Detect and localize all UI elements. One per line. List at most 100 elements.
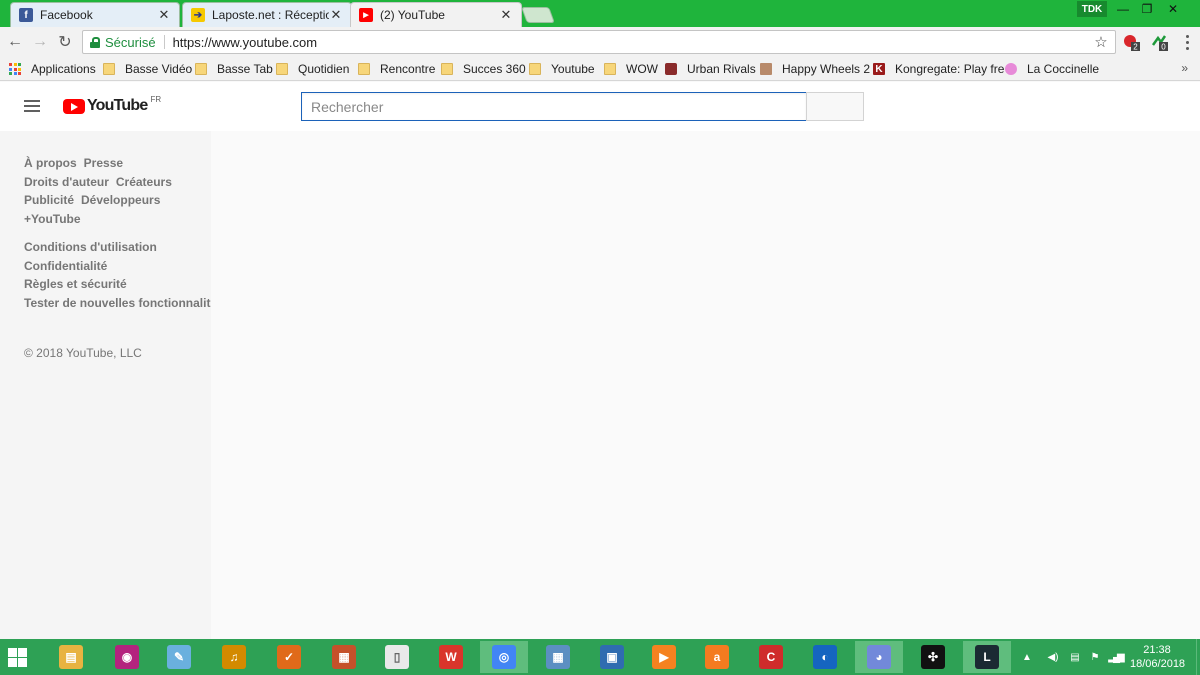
bookmark-star-icon[interactable]: ☆ xyxy=(1091,33,1111,51)
guide-links-row: +YouTube xyxy=(24,210,211,229)
bookmark-label: Applications xyxy=(31,62,96,76)
back-arrow-icon[interactable]: ← xyxy=(5,32,25,52)
action-center-flag-icon[interactable]: ⚑ xyxy=(1086,652,1104,663)
taskbar-ccleaner-app[interactable]: C xyxy=(747,641,795,673)
link-publicite[interactable]: Publicité xyxy=(24,191,74,210)
video-editor-app-icon: ▦ xyxy=(332,645,356,669)
bookmark-folder-succes-360[interactable]: Succes 360 xyxy=(441,61,526,77)
taskbar-discord-app[interactable]: ◕ xyxy=(855,641,903,673)
search-button[interactable] xyxy=(806,92,864,121)
show-desktop-button[interactable] xyxy=(1196,639,1200,675)
avast-app-icon: a xyxy=(705,645,729,669)
url-text[interactable]: https://www.youtube.com xyxy=(173,35,1091,50)
profile-button[interactable]: TDK xyxy=(1077,1,1107,17)
guide-sidebar: À propos Presse Droits d'auteur Créateur… xyxy=(0,131,224,639)
taskbar-overwolf-app[interactable]: ✣ xyxy=(909,641,957,673)
clock-date: 18/06/2018 xyxy=(1130,658,1186,670)
bookmark-applications[interactable]: Applications xyxy=(9,61,96,77)
tab-youtube[interactable]: ▶ (2) YouTube ✕ xyxy=(350,2,522,27)
search-input[interactable] xyxy=(301,92,807,121)
taskbar-chrome-app[interactable]: ◎ xyxy=(480,641,528,673)
taskbar-office-app[interactable]: W xyxy=(427,641,475,673)
taskbar-network-app[interactable]: ▣ xyxy=(588,641,636,673)
camera-app-icon: ◉ xyxy=(115,645,139,669)
link-developpeurs[interactable]: Développeurs xyxy=(81,191,160,210)
bookmark-folder-youtube[interactable]: Youtube xyxy=(529,61,595,77)
minimize-icon[interactable]: — xyxy=(1110,0,1136,18)
browser-menu-icon[interactable] xyxy=(1184,33,1190,51)
bookmark-label: Succes 360 xyxy=(463,62,526,76)
youtube-icon: ▶ xyxy=(359,8,373,22)
tray-expand-icon[interactable]: ▲ xyxy=(1018,652,1036,663)
taskbar-document-app[interactable]: ▯ xyxy=(373,641,421,673)
extension-green-icon[interactable]: 0 xyxy=(1151,33,1169,52)
folder-icon xyxy=(358,63,370,75)
paint-app-icon: ✎ xyxy=(167,645,191,669)
link-presse[interactable]: Presse xyxy=(84,154,123,173)
bookmark-folder-basse-video[interactable]: Basse Vidéo xyxy=(103,61,192,77)
browser-tab-strip: f Facebook ✕ ➔ Laposte.net : Réception ✕… xyxy=(0,0,1200,27)
youtube-logo[interactable]: YouTube FR xyxy=(63,94,162,115)
network-signal-icon[interactable]: ▂▄▆ xyxy=(1106,652,1124,663)
bookmarks-overflow-icon[interactable]: » xyxy=(1181,61,1188,75)
link-createurs[interactable]: Créateurs xyxy=(116,173,172,192)
guide-links-row: Publicité Développeurs xyxy=(24,191,211,210)
link-droits-auteur[interactable]: Droits d'auteur xyxy=(24,173,109,192)
tab-title: (2) YouTube xyxy=(380,8,445,22)
taskbar-circle-app[interactable]: ◐ xyxy=(801,641,849,673)
windows-start-icon[interactable] xyxy=(8,648,27,667)
maximize-icon[interactable]: ❐ xyxy=(1134,0,1160,18)
country-code: FR xyxy=(150,94,162,104)
reload-icon[interactable]: ↻ xyxy=(55,32,75,52)
taskbar-calculator-app[interactable]: ▦ xyxy=(534,641,582,673)
taskbar-video-editor-app[interactable]: ▦ xyxy=(320,641,368,673)
taskbar-camera-app[interactable]: ◉ xyxy=(103,641,151,673)
folder-icon xyxy=(276,63,288,75)
tasks-app-icon: ✓ xyxy=(277,645,301,669)
taskbar-avast-app[interactable]: a xyxy=(693,641,741,673)
taskbar-media-player-app[interactable]: ▶ xyxy=(640,641,688,673)
folder-icon xyxy=(529,63,541,75)
link-regles-securite[interactable]: Règles et sécurité xyxy=(24,275,127,294)
link-conditions[interactable]: Conditions d'utilisation xyxy=(24,238,157,257)
address-bar[interactable]: Sécurisé https://www.youtube.com ☆ xyxy=(82,30,1116,54)
link-a-propos[interactable]: À propos xyxy=(24,154,77,173)
tab-laposte[interactable]: ➔ Laposte.net : Réception ✕ xyxy=(182,2,352,27)
taskbar-league-app[interactable]: L xyxy=(963,641,1011,673)
bookmark-folder-basse-tab[interactable]: Basse Tab xyxy=(195,61,273,77)
guide-menu-icon[interactable] xyxy=(24,100,40,112)
circle-app-icon: ◐ xyxy=(813,645,837,669)
bookmark-happy-wheels[interactable]: Happy Wheels 2 xyxy=(760,61,870,77)
link-tester-fonctionnalites[interactable]: Tester de nouvelles fonctionnalités xyxy=(24,294,224,313)
close-tab-icon[interactable]: ✕ xyxy=(157,7,171,23)
bookmark-la-coccinelle[interactable]: La Coccinelle xyxy=(1005,61,1099,77)
taskbar-file-explorer[interactable]: ▤ xyxy=(47,641,95,673)
copyright-text: © 2018 YouTube, LLC xyxy=(24,346,142,360)
taskbar-clock[interactable]: 21:38 18/06/2018 xyxy=(1130,643,1186,671)
youtube-wordmark: YouTube xyxy=(87,97,148,114)
extension-adblock-icon[interactable]: 2 xyxy=(1123,33,1141,52)
close-tab-icon[interactable]: ✕ xyxy=(499,7,513,23)
link-plus-youtube[interactable]: +YouTube xyxy=(24,210,81,229)
discord-app-icon: ◕ xyxy=(867,645,891,669)
bookmark-kongregate[interactable]: K Kongregate: Play fre xyxy=(873,61,1004,77)
close-window-icon[interactable]: ✕ xyxy=(1160,0,1186,18)
bookmark-folder-wow[interactable]: WOW xyxy=(604,61,658,77)
volume-icon[interactable]: ◀) xyxy=(1044,652,1062,663)
close-tab-icon[interactable]: ✕ xyxy=(329,7,343,23)
kongregate-icon: K xyxy=(873,63,885,75)
new-tab-button[interactable] xyxy=(521,7,555,23)
league-app-icon: L xyxy=(975,645,999,669)
link-confidentialite[interactable]: Confidentialité xyxy=(24,257,107,276)
bookmark-folder-quotidien[interactable]: Quotidien xyxy=(276,61,349,77)
bookmark-folder-rencontre[interactable]: Rencontre xyxy=(358,61,435,77)
svg-text:0: 0 xyxy=(1161,43,1166,52)
taskbar-audio-app[interactable]: ♫ xyxy=(210,641,258,673)
tab-facebook[interactable]: f Facebook ✕ xyxy=(10,2,180,27)
forward-arrow-icon[interactable]: → xyxy=(30,32,50,52)
bookmark-urban-rivals[interactable]: Urban Rivals xyxy=(665,61,756,77)
taskbar-paint-app[interactable]: ✎ xyxy=(155,641,203,673)
taskbar-tasks-app[interactable]: ✓ xyxy=(265,641,313,673)
calculator-app-icon: ▦ xyxy=(546,645,570,669)
tray-app-icon[interactable]: ▤ xyxy=(1066,652,1084,663)
